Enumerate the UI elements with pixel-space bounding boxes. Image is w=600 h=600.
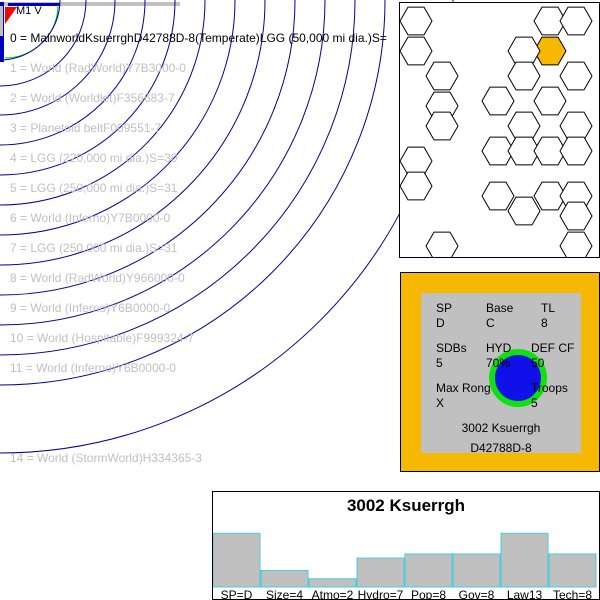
hex-cell[interactable] [559, 6, 593, 36]
hex-cell[interactable] [559, 231, 593, 258]
hex-cell[interactable] [559, 111, 593, 141]
tl-label: TL [541, 301, 556, 315]
world-name: 3002 Ksuerrgh [461, 421, 541, 435]
orbit-label: 8 = World (RadWorld)Y966000-0 [10, 271, 185, 285]
chart-category-label: Gov=8 [459, 588, 495, 600]
subsector-hex-map[interactable] [399, 2, 600, 258]
hex-cell[interactable] [559, 61, 593, 91]
troops-label: Troops [531, 381, 568, 395]
hex-cell[interactable] [481, 181, 515, 211]
chart-category-label: Hydro=7 [358, 588, 404, 600]
chart-title: 3002 Ksuerrgh [346, 496, 466, 515]
orbit-label: 10 = World (Hospitable)F999324-7 [10, 331, 195, 345]
chart-category-label: Tech=8 [553, 588, 592, 600]
hex-cell[interactable] [507, 36, 541, 66]
hex-cell[interactable] [400, 171, 433, 201]
hyd-label: HYD [486, 341, 512, 355]
orbit-label: 2 = World (Worldlet)F356683-7 [10, 91, 175, 105]
star-class-label: M1 V [16, 5, 42, 17]
hex-cell[interactable] [559, 136, 593, 166]
tl-value: 8 [541, 316, 548, 330]
hex-cell[interactable] [400, 6, 433, 36]
orbit-label: 11 = World (Inferno)Y6B0000-0 [10, 361, 176, 375]
max-rong-value: X [436, 396, 445, 410]
sdbs-label: SDBs [436, 341, 467, 355]
orbit-label: 0 = MainworldKsuerrghD42788D-8(Temperate… [10, 31, 387, 45]
def-cf-value: 50 [531, 356, 545, 370]
orbit-label: 5 = LGG (250,000 mi dia.)S=31 [10, 181, 178, 195]
sdbs-value: 5 [436, 356, 443, 370]
hex-cell[interactable] [507, 196, 541, 226]
sp-label: SP [436, 301, 453, 315]
chart-category-label: Atmo=2 [312, 588, 354, 600]
world-card: SP D Base C TL 8 SDBs 5 HYD 70% DEF CF 5… [400, 272, 600, 472]
hex-cell[interactable] [507, 111, 541, 141]
hex-cell[interactable] [533, 86, 567, 116]
hyd-value: 70% [486, 356, 511, 370]
chart-bar [260, 569, 309, 588]
chart-bar [213, 532, 261, 588]
uwp-bar-chart: SP=D Size=4 Atmo=2 Hydro=7 Pop=8 Gov=8 Law13 Te… [212, 491, 600, 600]
hex-cell[interactable] [400, 36, 433, 66]
chart-bar [500, 532, 549, 588]
hex-grid[interactable] [400, 3, 600, 258]
base-value: C [486, 316, 495, 330]
chart-category-label: Law13 [507, 588, 543, 600]
orbit-label: 4 = LGG (220,000 mi dia.)S=30 [10, 151, 178, 165]
max-rong-label: Max Rong [436, 381, 491, 395]
chart-bar [356, 557, 405, 588]
troops-value: 5 [531, 396, 538, 410]
hex-cell[interactable] [400, 146, 433, 176]
world-uwp: D42788D-8 [470, 441, 532, 455]
chart-category-label: SP=D [221, 588, 253, 600]
chart-bar [452, 553, 501, 588]
left-bar-accent [0, 6, 3, 36]
orbit-label: 7 = LGG (250,000 mi dia.)S=31 [10, 241, 178, 255]
chart-category-label: Size=4 [266, 588, 303, 600]
orbit-label: 3 = Planetoid beltF009551-7 [10, 121, 162, 135]
orbit-label: 14 = World (StormWorld)H334365-3 [10, 451, 202, 465]
def-cf-label: DEF CF [531, 341, 575, 355]
orbit-label: 6 = World (Inferno)Y7B0000-0 [10, 211, 171, 225]
world-card-panel: SP D Base C TL 8 SDBs 5 HYD 70% DEF CF 5… [421, 293, 581, 455]
hex-cell[interactable] [425, 231, 459, 258]
sp-value: D [436, 316, 445, 330]
hex-cell[interactable] [425, 111, 459, 141]
chart-category-label: Pop=8 [411, 588, 446, 600]
orbit-label: 9 = World (Inferno)Y6B0000-0 [10, 301, 171, 315]
chart-bar [404, 553, 453, 588]
hex-cell[interactable] [425, 61, 459, 91]
hex-cell[interactable] [507, 61, 541, 91]
base-label: Base [486, 301, 514, 315]
hex-cell[interactable] [481, 86, 515, 116]
hex-cell[interactable] [559, 201, 593, 231]
orbit-ring [0, 0, 176, 176]
chart-bar [308, 578, 357, 588]
orbit-label: 1 = World (RadWorld)Y7B3000-0 [10, 61, 186, 75]
chart-bar [548, 553, 597, 588]
